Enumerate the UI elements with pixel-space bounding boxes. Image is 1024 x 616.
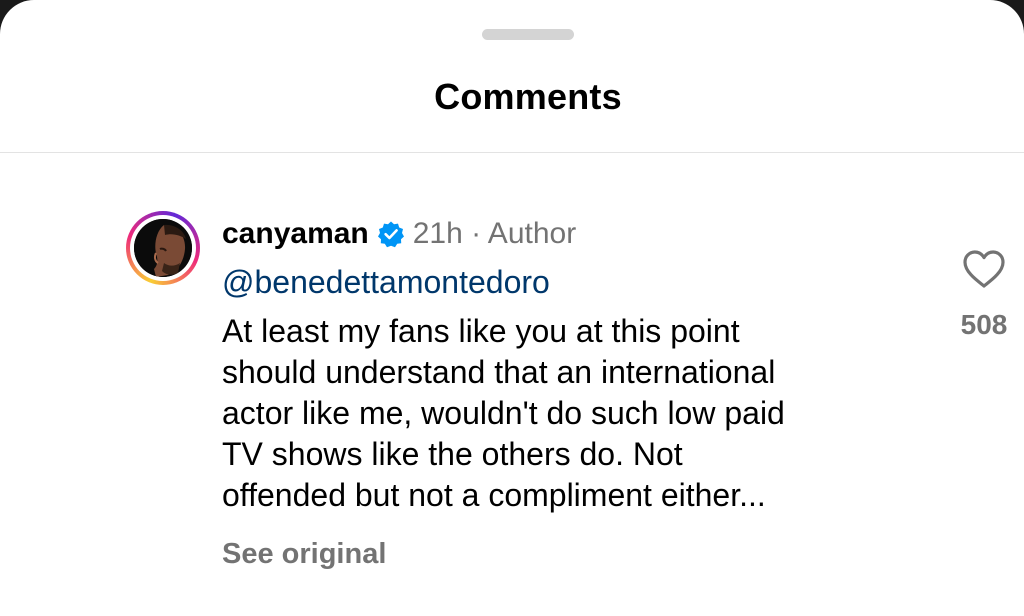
comment-username[interactable]: canyaman (222, 217, 369, 251)
comment-text: At least my fans like you at this point … (222, 311, 922, 516)
avatar[interactable] (134, 219, 192, 277)
comments-sheet: Comments canyaman 21h · Author @benedett… (0, 0, 1024, 616)
like-button[interactable] (962, 249, 1006, 289)
like-count: 508 (960, 309, 1008, 340)
sheet-title: Comments (434, 76, 622, 117)
comment-header: canyaman 21h · Author (222, 214, 576, 254)
avatar-image (134, 219, 192, 277)
avatar-story-ring[interactable] (126, 211, 200, 285)
comment-line: offended but not a compliment either... (222, 477, 766, 513)
sheet-drag-handle[interactable] (482, 29, 574, 40)
comment-line: actor like me, wouldn't do such low paid (222, 395, 785, 431)
verified-badge-icon (377, 220, 405, 248)
comment-line: TV shows like the others do. Not (222, 436, 683, 472)
comment-line: At least my fans like you at this point (222, 313, 740, 349)
header-divider (0, 152, 1024, 153)
heart-icon (963, 250, 1005, 288)
comment-line: should understand that an international (222, 354, 776, 390)
see-original-button[interactable]: See original (222, 538, 386, 571)
comment-meta: 21h · Author (412, 217, 577, 250)
mention-link[interactable]: @benedettamontedoro (222, 264, 550, 301)
